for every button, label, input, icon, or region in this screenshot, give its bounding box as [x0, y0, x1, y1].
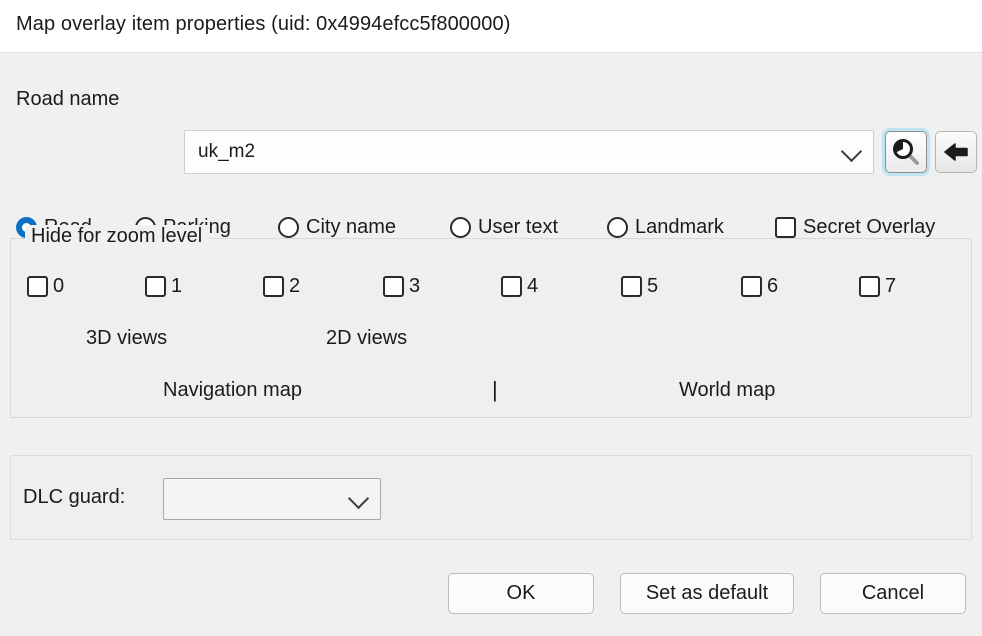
- road-name-label: Road name: [16, 88, 120, 110]
- hide-for-zoom-level-title: Hide for zoom level: [25, 225, 209, 248]
- checkbox-label-zoom-2: 2: [289, 275, 301, 297]
- label-2d-views: 2D views: [326, 327, 408, 349]
- checkbox-label-zoom-3: 3: [409, 275, 421, 297]
- search-button[interactable]: [885, 131, 927, 173]
- checkbox-label-zoom-6: 6: [767, 275, 779, 297]
- cancel-button[interactable]: Cancel: [820, 573, 966, 614]
- checkbox-zoom-level-4[interactable]: 4: [501, 275, 538, 298]
- checkbox-mark-zoom-4: [501, 276, 522, 297]
- checkbox-zoom-level-2[interactable]: 2: [263, 275, 300, 298]
- ok-button[interactable]: OK: [448, 573, 594, 614]
- label-world-map: World map: [679, 379, 776, 401]
- checkbox-mark-zoom-1: [145, 276, 166, 297]
- checkbox-secret-overlay[interactable]: Secret Overlay: [775, 213, 935, 241]
- checkbox-zoom-level-3[interactable]: 3: [383, 275, 420, 298]
- dialog-titlebar: Map overlay item properties (uid: 0x4994…: [0, 0, 982, 53]
- radio-user-text[interactable]: User text: [450, 213, 558, 241]
- road-name-combobox[interactable]: uk_m2: [184, 130, 874, 174]
- chevron-down-icon: [347, 487, 370, 510]
- checkbox-label-secret-overlay: Secret Overlay: [803, 215, 936, 238]
- checkbox-mark-zoom-7: [859, 276, 880, 297]
- map-overlay-properties-dialog: Map overlay item properties (uid: 0x4994…: [0, 0, 982, 636]
- label-navigation-map: Navigation map: [163, 379, 302, 401]
- checkbox-mark-zoom-2: [263, 276, 284, 297]
- dialog-body: Road name uk_m2 Road Parking: [0, 53, 982, 636]
- radio-label-city-name: City name: [306, 215, 397, 238]
- checkbox-zoom-level-6[interactable]: 6: [741, 275, 778, 298]
- checkbox-label-zoom-0: 0: [53, 275, 65, 297]
- dlc-guard-combobox[interactable]: [163, 478, 381, 520]
- radio-mark-landmark: [607, 216, 628, 238]
- hide-for-zoom-level-group: Hide for zoom level 0 1 2 3 4 5 6 7 3D v…: [10, 225, 972, 418]
- checkbox-zoom-level-1[interactable]: 1: [145, 275, 182, 298]
- set-as-default-button[interactable]: Set as default: [620, 573, 794, 614]
- checkbox-mark-secret-overlay: [775, 216, 796, 238]
- checkbox-label-zoom-7: 7: [885, 275, 897, 297]
- road-name-value: uk_m2: [198, 141, 256, 162]
- dlc-guard-panel: DLC guard:: [10, 455, 972, 540]
- radio-city-name[interactable]: City name: [278, 213, 396, 241]
- dialog-title: Map overlay item properties (uid: 0x4994…: [16, 13, 511, 35]
- checkbox-zoom-level-5[interactable]: 5: [621, 275, 658, 298]
- checkbox-label-zoom-4: 4: [527, 275, 539, 297]
- checkbox-zoom-level-0[interactable]: 0: [27, 275, 64, 298]
- chevron-down-icon: [840, 140, 863, 163]
- left-arrow-icon: [944, 143, 968, 161]
- radio-label-landmark: Landmark: [635, 215, 724, 238]
- checkbox-mark-zoom-0: [27, 276, 48, 297]
- map-range-separator: |: [492, 377, 498, 402]
- radio-landmark[interactable]: Landmark: [607, 213, 724, 241]
- checkbox-mark-zoom-5: [621, 276, 642, 297]
- radio-label-user-text: User text: [478, 215, 559, 238]
- checkbox-zoom-level-7[interactable]: 7: [859, 275, 896, 298]
- checkbox-label-zoom-5: 5: [647, 275, 659, 297]
- dlc-guard-label: DLC guard:: [23, 486, 126, 508]
- radio-mark-user-text: [450, 216, 471, 238]
- radio-mark-city-name: [278, 216, 299, 238]
- label-3d-views: 3D views: [86, 327, 168, 349]
- checkbox-mark-zoom-3: [383, 276, 404, 297]
- magnifier-icon: [893, 139, 919, 165]
- checkbox-label-zoom-1: 1: [171, 275, 183, 297]
- back-button[interactable]: [935, 131, 977, 173]
- checkbox-mark-zoom-6: [741, 276, 762, 297]
